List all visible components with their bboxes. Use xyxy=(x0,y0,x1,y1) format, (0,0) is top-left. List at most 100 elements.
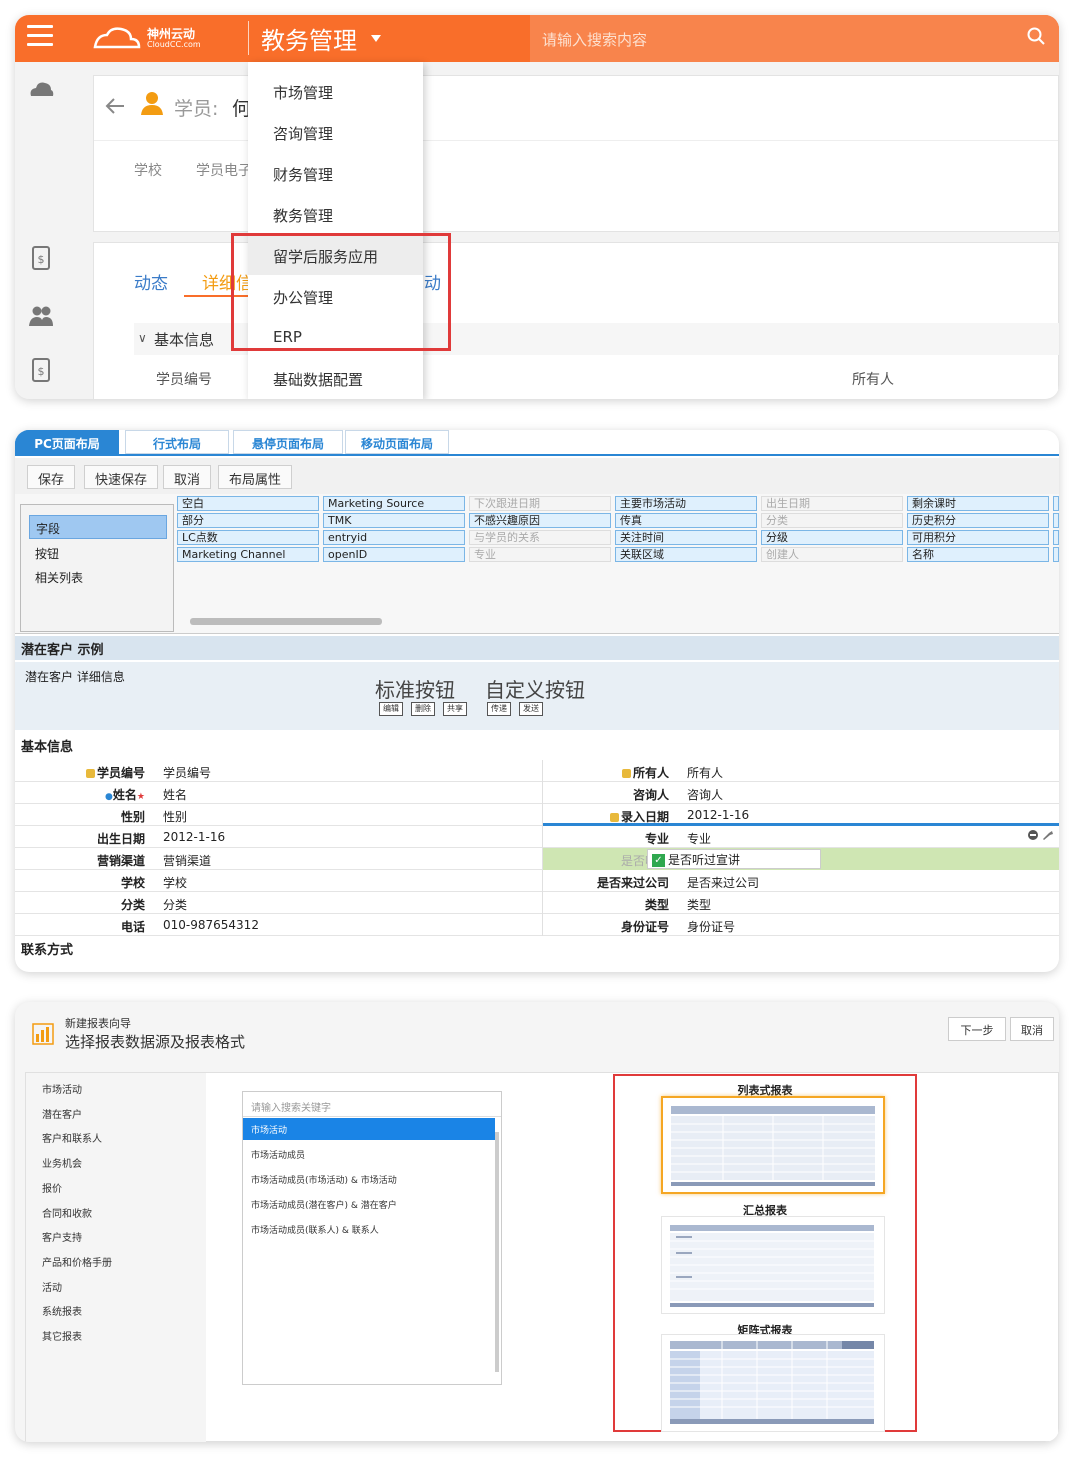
cancel-button[interactable]: 取消 xyxy=(163,465,212,489)
palette-field[interactable]: 不感兴趣原因 xyxy=(469,513,611,528)
palette-field[interactable]: openID xyxy=(323,547,465,562)
data-source-item[interactable]: 客户和联系人 xyxy=(42,1130,102,1145)
object-item[interactable]: 市场活动成员(潜在客户) & 潜在客户 xyxy=(243,1193,495,1215)
data-source-item[interactable]: 客户支持 xyxy=(42,1229,82,1244)
menu-icon[interactable] xyxy=(27,25,53,47)
data-source-item[interactable]: 合同和收款 xyxy=(42,1205,92,1220)
tab-hover-layout[interactable]: 悬停页面布局 xyxy=(233,430,343,454)
palette-field[interactable]: LC点数 xyxy=(177,530,319,545)
palette-related-lists[interactable]: 相关列表 xyxy=(29,565,167,589)
vertical-scrollbar[interactable] xyxy=(495,1132,499,1372)
palette-field[interactable]: TMK xyxy=(323,513,465,528)
tab-pc-layout[interactable]: PC页面布局 xyxy=(15,430,119,454)
object-item[interactable]: 市场活动成员(联系人) & 联系人 xyxy=(243,1218,495,1240)
palette-field[interactable]: 出生日期 xyxy=(761,496,903,511)
app-switcher[interactable]: 教务管理 xyxy=(261,21,357,56)
menu-item-finance[interactable]: 财务管理 xyxy=(248,152,423,193)
object-item[interactable]: 市场活动 xyxy=(243,1118,495,1140)
left-field-value[interactable]: 010-987654312 xyxy=(163,918,259,932)
palette-field[interactable]: 与学员的关系 xyxy=(469,530,611,545)
left-field-value[interactable]: 2012-1-16 xyxy=(163,830,225,844)
data-source-item[interactable]: 产品和价格手册 xyxy=(42,1254,112,1269)
right-field-value[interactable]: 是否来过公司 xyxy=(687,874,759,891)
data-source-item[interactable]: 业务机会 xyxy=(42,1155,82,1170)
palette-field[interactable]: 历史积分 xyxy=(907,513,1049,528)
left-field-value[interactable]: 姓名 xyxy=(163,786,187,803)
palette-field[interactable]: 下次跟进日期 xyxy=(469,496,611,511)
menu-item-basic-config[interactable]: 基础数据配置 xyxy=(248,357,423,398)
data-source-item[interactable]: 市场活动 xyxy=(42,1081,82,1096)
format-tabular-thumbnail[interactable] xyxy=(661,1096,885,1194)
palette-field[interactable]: Marketing Channel xyxy=(177,547,319,562)
chevron-down-icon[interactable]: ∨ xyxy=(138,331,147,345)
palette-field[interactable]: 主要市场活动 xyxy=(615,496,757,511)
horizontal-scrollbar[interactable] xyxy=(190,618,382,625)
tab-mobile-layout[interactable]: 移动页面布局 xyxy=(345,430,449,454)
search-icon[interactable] xyxy=(1027,27,1045,45)
palette-field[interactable]: 创建人 xyxy=(761,547,903,562)
tab-row-layout[interactable]: 行式布局 xyxy=(125,430,229,454)
remove-wrench-icon[interactable] xyxy=(1027,829,1055,841)
invoice-icon[interactable]: $ xyxy=(27,356,55,384)
global-search[interactable]: 请输入搜索内容 xyxy=(530,15,1059,62)
palette-field[interactable]: 空白 xyxy=(177,496,319,511)
palette-buttons[interactable]: 按钮 xyxy=(29,541,167,565)
object-search-input[interactable]: 请输入搜索关键字 xyxy=(243,1092,501,1117)
format-summary-thumbnail[interactable] xyxy=(661,1216,885,1314)
data-source-item[interactable]: 潜在客户 xyxy=(42,1106,82,1121)
right-field-value[interactable]: 类型 xyxy=(687,896,711,913)
palette-field[interactable]: 名称 xyxy=(907,547,1049,562)
object-item[interactable]: 市场活动成员 xyxy=(243,1143,495,1165)
cloud-icon[interactable] xyxy=(27,76,55,104)
palette-field[interactable]: Marketing Source xyxy=(323,496,465,511)
brand-logo[interactable]: 神州云动 CloudCC.com xyxy=(91,23,201,53)
palette-field[interactable]: 可用积分 xyxy=(907,530,1049,545)
quick-save-button[interactable]: 快速保存 xyxy=(84,465,159,489)
data-source-item[interactable]: 报价 xyxy=(42,1180,62,1195)
format-matrix-thumbnail[interactable] xyxy=(661,1334,885,1432)
palette-field[interactable]: 专业 xyxy=(469,547,611,562)
left-field-value[interactable]: 学员编号 xyxy=(163,764,211,781)
dragging-field[interactable]: ✓ 是否听过宣讲 xyxy=(647,849,821,869)
delete-button[interactable]: 删除 xyxy=(411,702,435,716)
cancel-button[interactable]: 取消 xyxy=(1010,1017,1054,1041)
palette-field[interactable]: 关注时间 xyxy=(615,530,757,545)
back-arrow-icon[interactable] xyxy=(104,96,126,116)
menu-item-academic[interactable]: 教务管理 xyxy=(248,193,423,234)
data-source-item[interactable]: 活动 xyxy=(42,1279,62,1294)
palette-field[interactable]: 剩余课时 xyxy=(907,496,1049,511)
save-button[interactable]: 保存 xyxy=(27,465,76,489)
object-item[interactable]: 市场活动成员(市场活动) & 市场活动 xyxy=(243,1168,495,1190)
left-field-value[interactable]: 分类 xyxy=(163,896,187,913)
menu-item-market[interactable]: 市场管理 xyxy=(248,70,423,111)
palette-field[interactable]: 关联区域 xyxy=(615,547,757,562)
data-source-item[interactable]: 系统报表 xyxy=(42,1303,82,1318)
palette-field[interactable]: 部分 xyxy=(177,513,319,528)
right-field-value[interactable]: 咨询人 xyxy=(687,786,723,803)
users-icon[interactable] xyxy=(27,302,55,330)
palette-field[interactable]: 分类 xyxy=(761,513,903,528)
right-field-value[interactable]: 身份证号 xyxy=(687,918,735,935)
lock-icon xyxy=(621,769,631,778)
palette-field[interactable]: 分级 xyxy=(761,530,903,545)
menu-item-consult[interactable]: 咨询管理 xyxy=(248,111,423,152)
left-field-value[interactable]: 营销渠道 xyxy=(163,852,211,869)
send-button[interactable]: 发送 xyxy=(519,702,543,716)
data-source-item[interactable]: 其它报表 xyxy=(42,1328,82,1343)
right-field-value[interactable]: 专业 xyxy=(687,830,711,847)
palette-field[interactable]: entryid xyxy=(323,530,465,545)
edit-button[interactable]: 编辑 xyxy=(379,702,403,716)
left-field-value[interactable]: 学校 xyxy=(163,874,187,891)
share-button[interactable]: 共享 xyxy=(443,702,467,716)
right-field-value[interactable]: 所有人 xyxy=(687,764,723,781)
palette-fields[interactable]: 字段 xyxy=(29,515,167,539)
left-field-value[interactable]: 性别 xyxy=(163,808,187,825)
next-button[interactable]: 下一步 xyxy=(948,1017,1006,1041)
palette-field[interactable]: 传真 xyxy=(615,513,757,528)
tab-activity[interactable]: 动态 xyxy=(134,269,168,294)
caret-down-icon[interactable] xyxy=(371,35,381,42)
transfer-button[interactable]: 传递 xyxy=(487,702,511,716)
right-field-value[interactable]: 2012-1-16 xyxy=(687,808,749,822)
layout-props-button[interactable]: 布局属性 xyxy=(218,465,293,489)
billing-icon[interactable]: $ xyxy=(27,244,55,272)
